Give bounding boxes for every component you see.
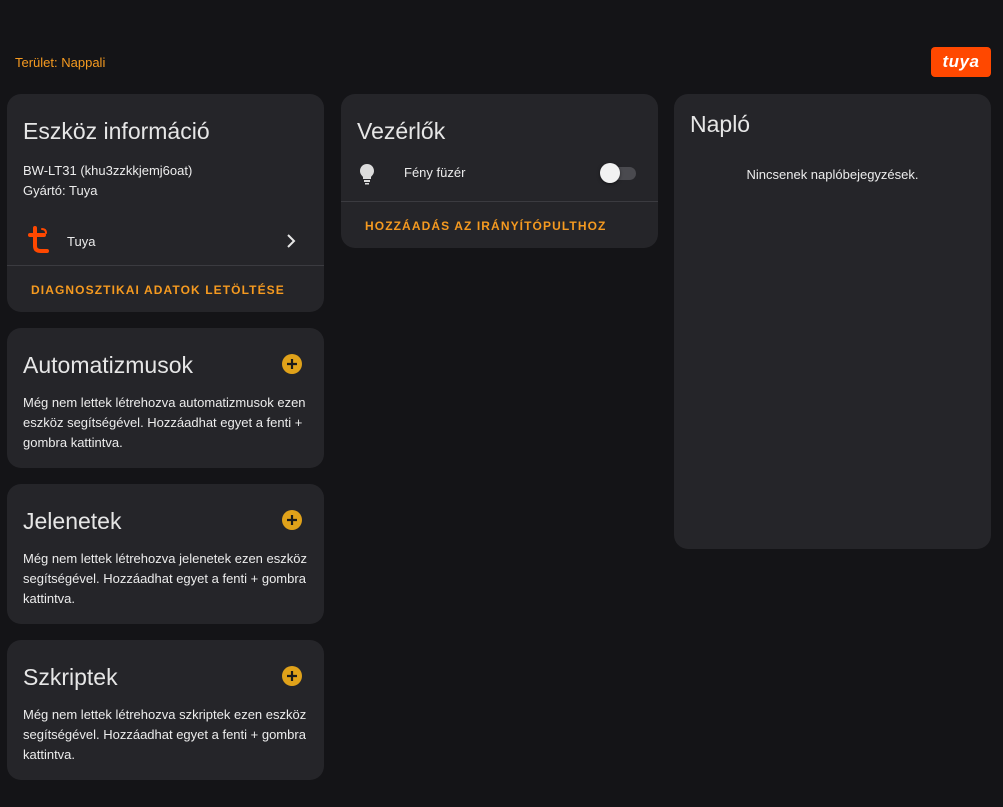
add-script-button[interactable] bbox=[282, 666, 302, 686]
download-diagnostics-button[interactable]: DIAGNOSZTIKAI ADATOK LETÖLTÉSE bbox=[31, 283, 285, 297]
automations-empty-text: Még nem lettek létrehozva automatizmusok… bbox=[23, 395, 306, 450]
area-label[interactable]: Terület: Nappali bbox=[15, 55, 105, 70]
logbook-title: Napló bbox=[690, 111, 751, 137]
automations-title: Automatizmusok bbox=[23, 352, 194, 378]
scenes-title: Jelenetek bbox=[23, 508, 122, 534]
add-to-dashboard-button[interactable]: HOZZÁADÁS AZ IRÁNYÍTÓPULTHOZ bbox=[365, 219, 606, 233]
controls-card: Vezérlők Fény füzér HOZZÁADÁS AZ IRÁNYÍT… bbox=[341, 94, 658, 248]
scenes-empty-text: Még nem lettek létrehozva jelenetek ezen… bbox=[23, 551, 307, 606]
scripts-empty-text: Még nem lettek létrehozva szkriptek ezen… bbox=[23, 707, 307, 762]
chevron-right-icon bbox=[285, 234, 297, 253]
plus-icon bbox=[287, 359, 297, 369]
tuya-icon bbox=[27, 226, 51, 254]
plus-icon bbox=[287, 515, 297, 525]
device-info-card: Eszköz információ BW-LT31 (khu3zzkkjemj6… bbox=[7, 94, 324, 312]
add-scene-button[interactable] bbox=[282, 510, 302, 530]
lightbulb-icon bbox=[359, 163, 375, 190]
controls-divider bbox=[341, 201, 658, 202]
entity-row[interactable]: Fény füzér bbox=[341, 158, 658, 188]
integration-label: Tuya bbox=[67, 234, 96, 249]
device-manufacturer: Gyártó: Tuya bbox=[23, 183, 98, 198]
scripts-card: Szkriptek Még nem lettek létrehozva szkr… bbox=[7, 640, 324, 780]
logbook-card: Napló Nincsenek naplóbejegyzések. bbox=[674, 94, 991, 549]
device-info-title: Eszköz információ bbox=[23, 118, 210, 144]
logbook-empty-text: Nincsenek naplóbejegyzések. bbox=[746, 167, 919, 182]
entity-label: Fény füzér bbox=[404, 165, 466, 180]
controls-title: Vezérlők bbox=[357, 118, 446, 144]
scenes-card: Jelenetek Még nem lettek létrehozva jele… bbox=[7, 484, 324, 624]
entity-toggle[interactable] bbox=[600, 163, 636, 183]
device-model: BW-LT31 (khu3zzkkjemj6oat) bbox=[23, 163, 193, 178]
integration-row[interactable]: Tuya bbox=[7, 222, 324, 262]
device-info-divider bbox=[7, 265, 324, 266]
plus-icon bbox=[287, 671, 297, 681]
tuya-logo: tuya bbox=[931, 47, 991, 77]
automations-card: Automatizmusok Még nem lettek létrehozva… bbox=[7, 328, 324, 468]
scripts-title: Szkriptek bbox=[23, 664, 118, 690]
add-automation-button[interactable] bbox=[282, 354, 302, 374]
toggle-knob bbox=[600, 163, 620, 183]
